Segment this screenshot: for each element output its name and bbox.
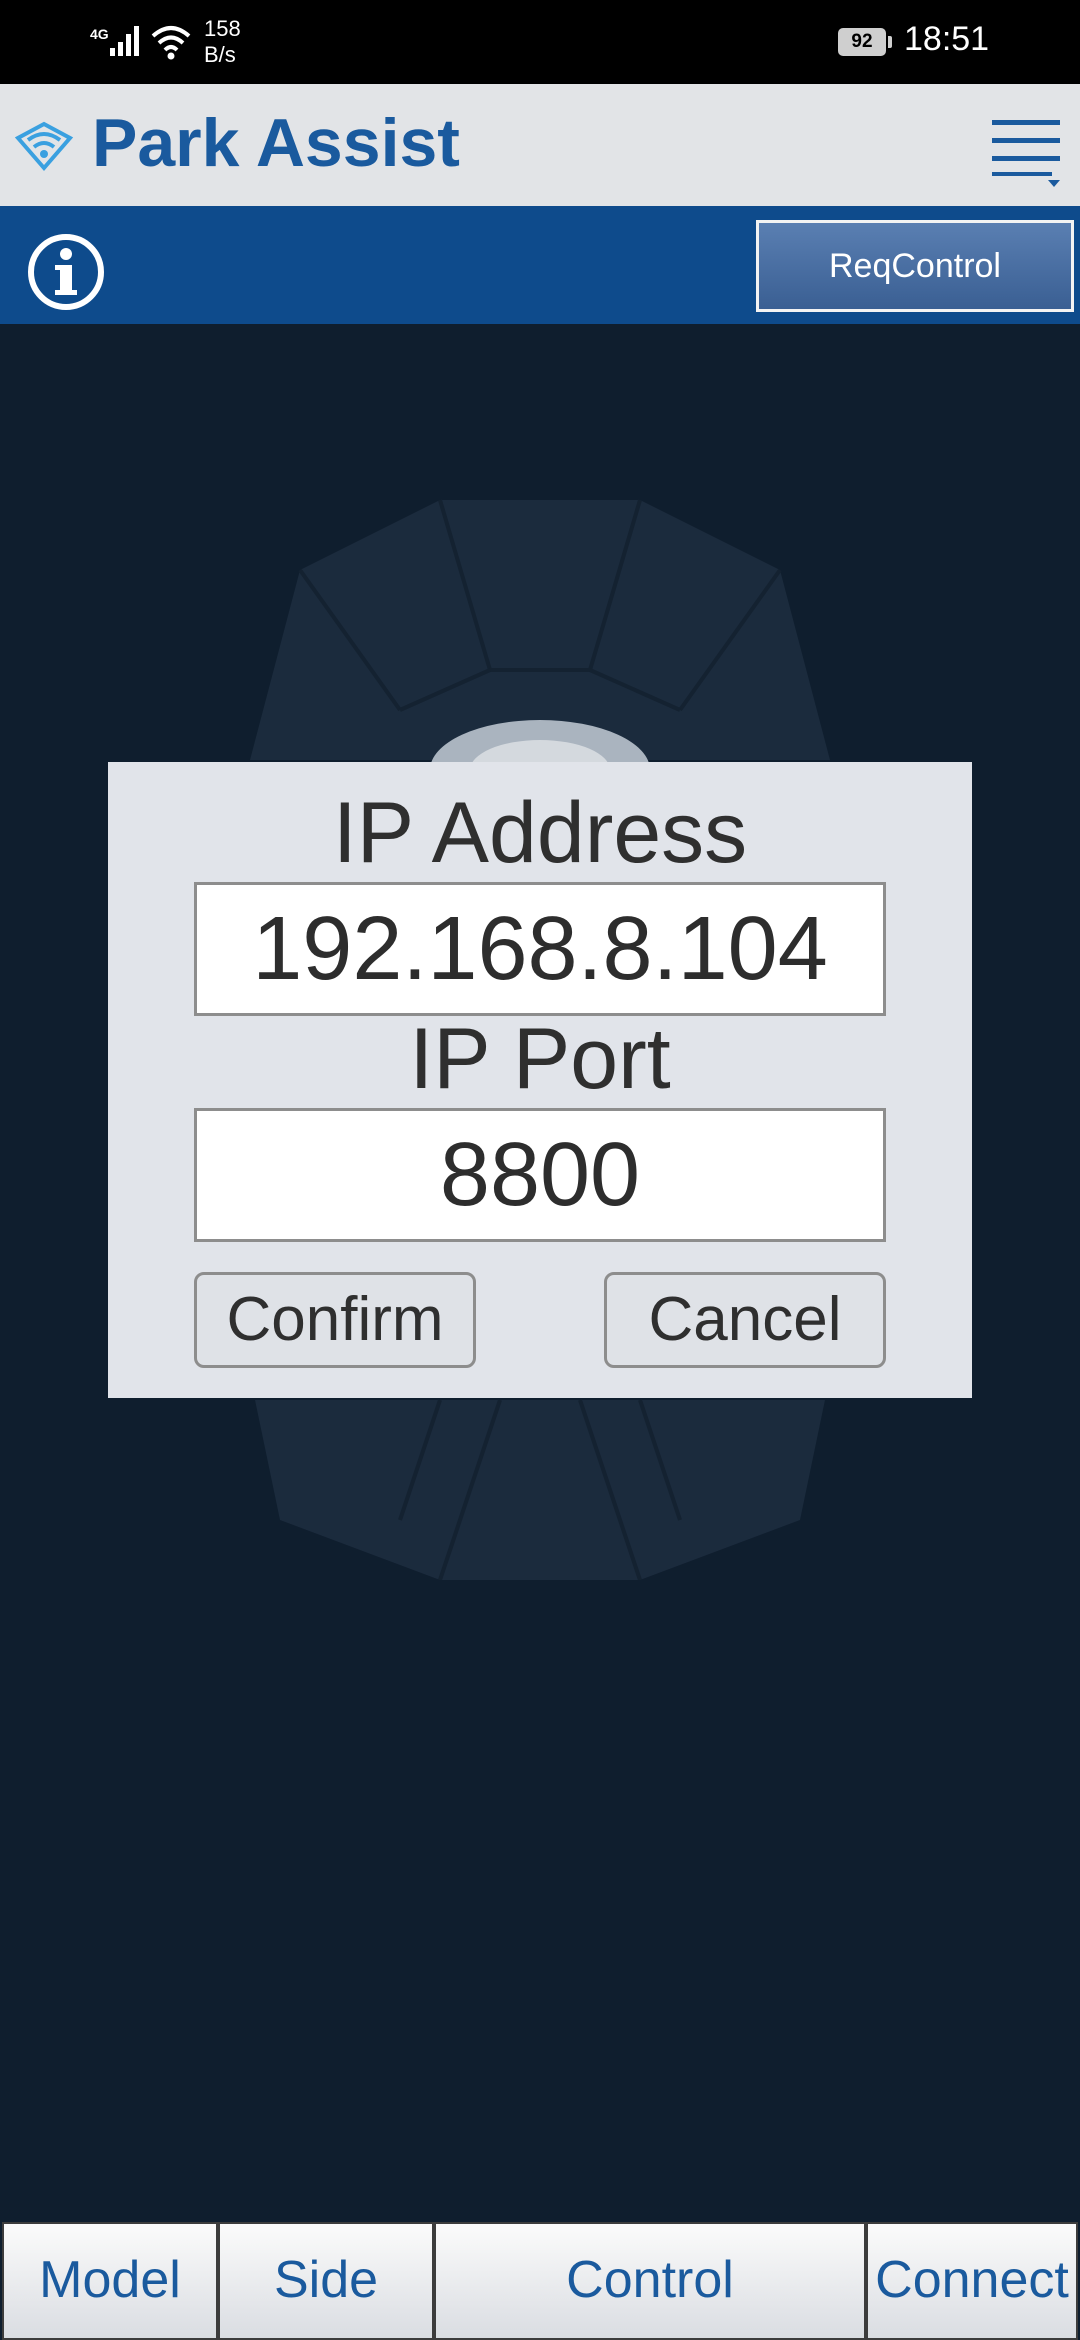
tab-control[interactable]: Control [434, 2222, 866, 2340]
cancel-button[interactable]: Cancel [604, 1272, 886, 1368]
network-type: 4G [90, 26, 109, 42]
req-control-button[interactable]: ReqControl [756, 220, 1074, 312]
status-bar: 4G 158 B/s 92 18:51 [0, 0, 1080, 84]
wifi-diamond-icon [14, 121, 74, 172]
tab-connect[interactable]: Connect [866, 2222, 1078, 2340]
ip-settings-dialog: IP Address 192.168.8.104 IP Port 8800 Co… [108, 762, 972, 1398]
battery-level: 92 [838, 28, 886, 56]
hamburger-menu-icon[interactable] [988, 114, 1064, 188]
tab-side[interactable]: Side [218, 2222, 434, 2340]
ip-address-input[interactable]: 192.168.8.104 [194, 882, 886, 1016]
app-title: Park Assist [92, 105, 460, 181]
ip-port-input[interactable]: 8800 [194, 1108, 886, 1242]
network-speed-value: 158 [204, 16, 241, 41]
wifi-icon [151, 26, 191, 60]
network-speed: 158 B/s [204, 16, 241, 68]
ip-address-label: IP Address [332, 785, 748, 881]
cell-signal-icon [110, 26, 139, 56]
clock: 18:51 [904, 20, 990, 58]
tab-model[interactable]: Model [2, 2222, 218, 2340]
bottom-tab-bar: Model Side Control Connect [0, 2218, 1080, 2340]
toolbar: ReqControl [0, 206, 1080, 324]
confirm-button[interactable]: Confirm [194, 1272, 476, 1368]
app-header: Park Assist [0, 84, 1080, 206]
battery-icon: 92 [838, 28, 892, 56]
ip-port-label: IP Port [409, 1011, 671, 1107]
network-speed-unit: B/s [204, 42, 236, 67]
info-circle-icon[interactable] [26, 232, 106, 312]
